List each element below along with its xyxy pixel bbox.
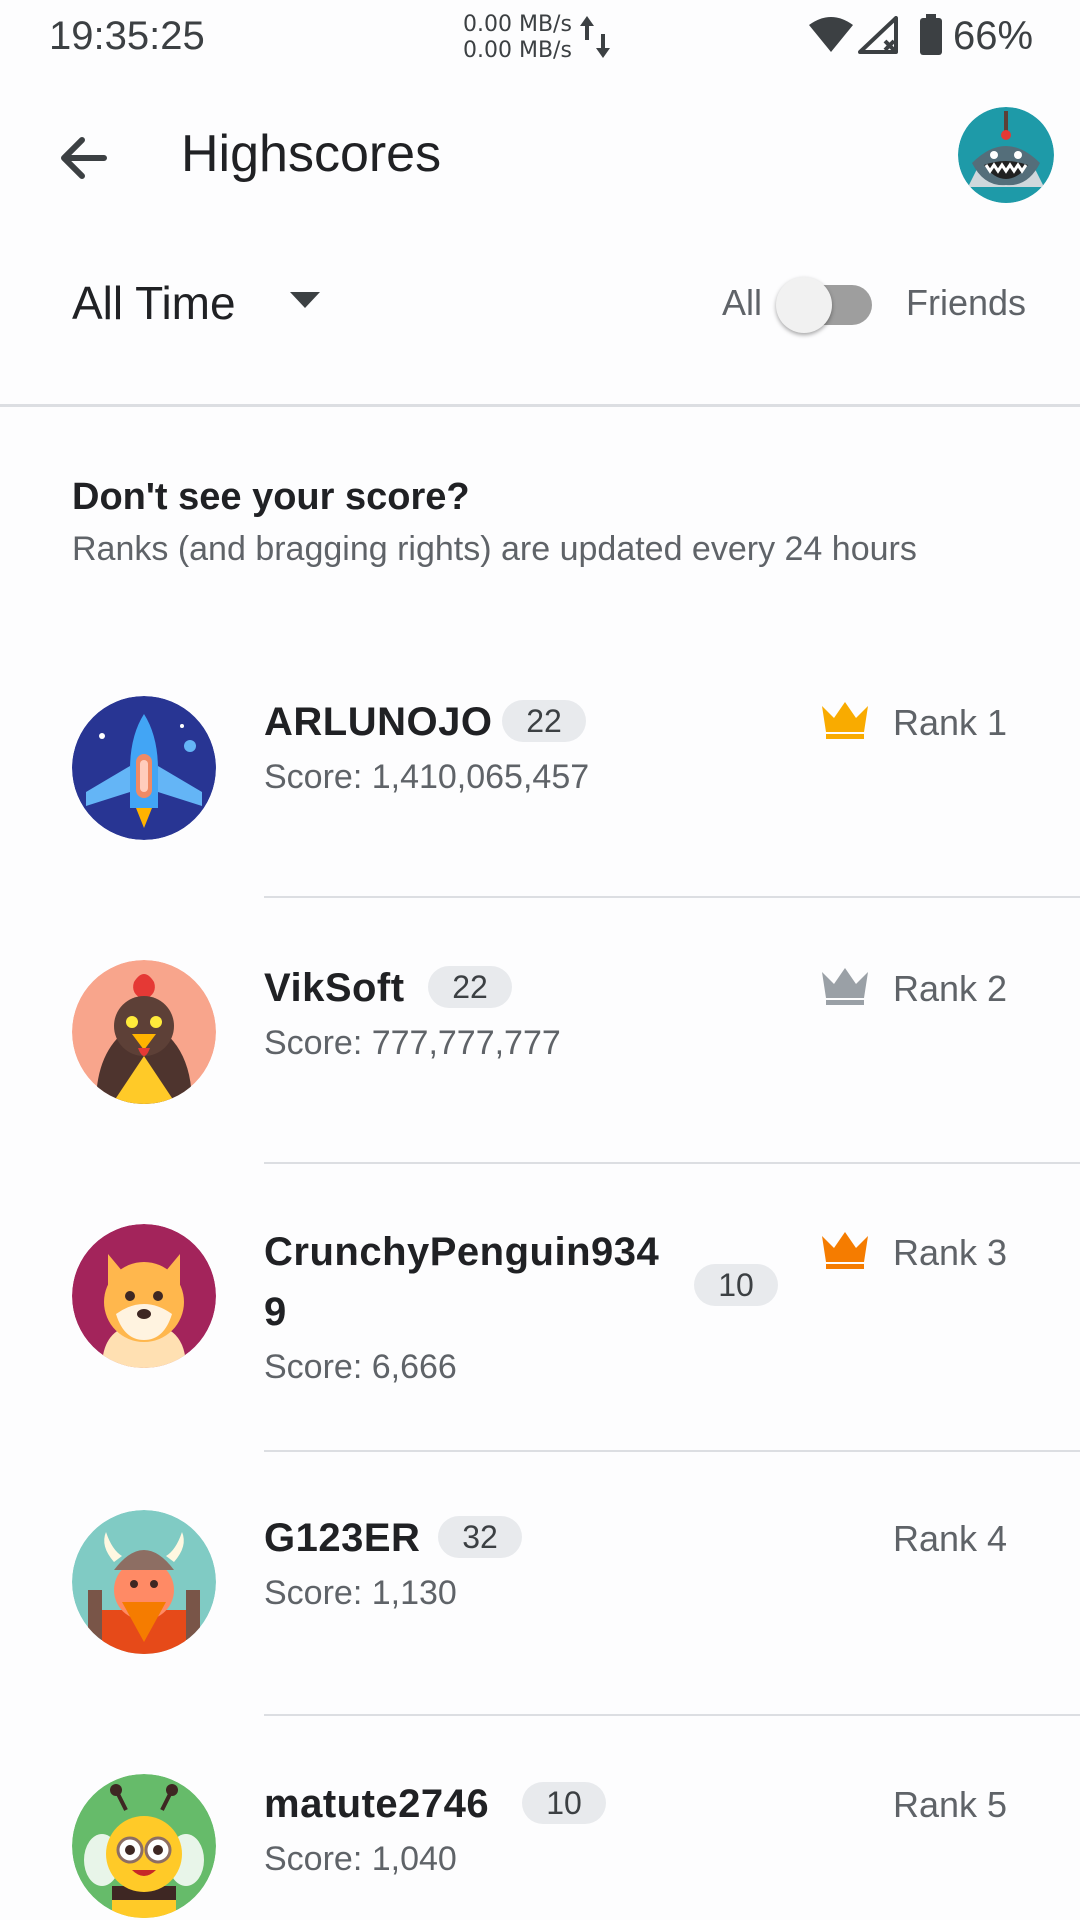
player-avatar[interactable] [72,1510,216,1654]
player-name-line-2: 9 [264,1290,287,1334]
rank-label: Rank 2 [893,968,1008,1009]
data-transfer-icon [580,16,610,58]
bronze-crown-icon [822,1232,868,1269]
level-badge: 22 [428,966,512,1008]
toggle-label-all: All [722,282,763,323]
player-avatar[interactable] [72,696,216,840]
profile-avatar[interactable] [958,107,1054,203]
silver-crown-icon [822,968,868,1005]
signal-icon [858,16,898,54]
back-button[interactable] [52,128,116,188]
info-subtext: Ranks (and bragging rights) are updated … [72,530,917,568]
shiba-dog-avatar [72,1224,216,1368]
net-upload-speed: 0.00 MB/s [463,12,572,37]
toggle-thumb[interactable] [776,277,832,333]
rooster-avatar [72,960,216,1104]
rank-label: Rank 3 [893,1232,1008,1273]
player-score: Score: 1,130 [264,1574,457,1612]
row-divider [264,1450,1080,1452]
player-name: VikSoft [264,966,405,1010]
player-score: Score: 1,040 [264,1840,457,1878]
gold-crown-icon [822,702,868,739]
rank-label: Rank 4 [893,1518,1008,1559]
player-score: Score: 1,410,065,457 [264,758,590,796]
shark-avatar [958,107,1054,203]
net-download-speed: 0.00 MB/s [463,38,572,63]
player-score: Score: 777,777,777 [264,1024,561,1062]
level-badge: 10 [522,1782,606,1824]
dropdown-arrow-icon[interactable] [290,292,320,308]
level-badge: 32 [438,1516,522,1558]
player-name: matute2746 [264,1782,490,1826]
bee-avatar [72,1774,216,1918]
battery-icon [920,14,942,55]
spaceship-avatar [72,696,216,840]
player-name: ARLUNOJO [264,700,493,744]
arrow-left-icon [61,137,107,179]
player-avatar[interactable] [72,1774,216,1918]
row-divider [264,896,1080,898]
row-divider [264,1162,1080,1164]
player-score: Score: 6,666 [264,1348,457,1386]
page-title: Highscores [181,125,442,183]
wifi-icon [809,17,853,52]
battery-percent: 66% [953,14,1034,58]
player-name: G123ER [264,1516,421,1560]
viking-avatar [72,1510,216,1654]
header-divider [0,404,1080,407]
player-name-line-1: CrunchyPenguin934 [264,1230,660,1274]
rank-label: Rank 5 [893,1784,1008,1825]
toggle-label-friends: Friends [906,282,1027,323]
player-avatar[interactable] [72,960,216,1104]
time-range-dropdown[interactable]: All Time [72,276,236,330]
level-badge: 10 [694,1264,778,1306]
level-badge: 22 [502,700,586,742]
player-avatar[interactable] [72,1224,216,1368]
status-time: 19:35:25 [49,14,205,58]
row-divider [264,1714,1080,1716]
info-heading: Don't see your score? [72,476,470,518]
rank-label: Rank 1 [893,702,1008,743]
